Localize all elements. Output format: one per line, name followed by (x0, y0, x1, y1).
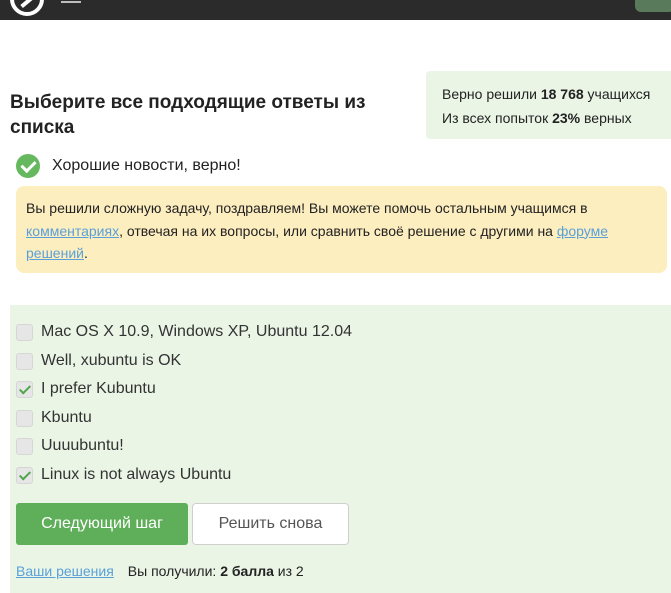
stats-solved-suffix: учащихся (587, 86, 651, 102)
score-suffix: из 2 (277, 563, 304, 579)
option-item[interactable]: Mac OS X 10.9, Windows XP, Ubuntu 12.04 (16, 321, 352, 343)
note-text-middle: , отвечая на их вопросы, или сравнить св… (119, 222, 553, 239)
option-item[interactable]: I prefer Kubuntu (16, 378, 156, 400)
note-text-after: . (83, 245, 88, 261)
option-label: Uuuubuntu! (41, 437, 124, 454)
checkbox[interactable] (16, 409, 33, 427)
verdict: Хорошие новости, верно! (16, 153, 241, 179)
stats-solved-line: Верно решили 18 768 учащихся (442, 82, 671, 106)
result-footer: Ваши решения Вы получили: 2 балла из 2 (16, 563, 304, 579)
stats-percent-suffix: верных (584, 110, 632, 126)
option-item[interactable]: Linux is not always Ubuntu (16, 464, 231, 486)
retry-button[interactable]: Решить снова (192, 503, 349, 545)
header-action-button[interactable] (635, 0, 671, 12)
top-navigation-bar (0, 0, 671, 20)
score-text: Вы получили: 2 балла из 2 (128, 563, 304, 579)
stats-solved-prefix: Верно решили (442, 86, 537, 102)
score-prefix: Вы получили: (127, 563, 217, 579)
checkbox-checked[interactable] (16, 466, 33, 484)
option-item[interactable]: Kbuntu (16, 407, 92, 429)
task-title: Выберите все подходящие ответы из списка (10, 92, 366, 138)
score-value: 2 балла (220, 563, 274, 579)
checkbox[interactable] (16, 323, 33, 341)
verdict-text: Хорошие новости, верно! (52, 157, 241, 174)
option-label: Mac OS X 10.9, Windows XP, Ubuntu 12.04 (41, 323, 352, 340)
option-label: Linux is not always Ubuntu (41, 466, 232, 483)
option-item[interactable]: Well, xubuntu is OK (16, 350, 181, 372)
stats-percent-prefix: Из всех попыток (442, 110, 549, 126)
checkbox[interactable] (16, 352, 33, 370)
check-circle-icon (16, 154, 40, 178)
stats-percent-value: 23% (552, 110, 581, 126)
stepik-logo-icon[interactable] (10, 0, 44, 16)
hamburger-menu-icon[interactable] (61, 1, 81, 3)
stats-solved-count: 18 768 (540, 86, 584, 102)
note-text-before: Вы решили сложную задачу, поздравляем! В… (26, 200, 588, 216)
checkbox[interactable] (16, 437, 33, 455)
next-step-button[interactable]: Следующий шаг (16, 503, 188, 545)
option-label: Well, xubuntu is OK (41, 352, 182, 369)
checkbox-checked[interactable] (16, 380, 33, 398)
stats-panel: Верно решили 18 768 учащихся Из всех поп… (426, 71, 671, 139)
option-label: Kbuntu (41, 409, 92, 426)
option-item[interactable]: Uuuubuntu! (16, 435, 124, 457)
your-solutions-link[interactable]: Ваши решения (16, 563, 114, 579)
option-label: I prefer Kubuntu (41, 380, 156, 397)
congrats-note: Вы решили сложную задачу, поздравляем! В… (16, 186, 667, 273)
answer-panel: Mac OS X 10.9, Windows XP, Ubuntu 12.04 … (10, 305, 671, 593)
comments-link[interactable]: комментариях (26, 223, 119, 239)
stats-percent-line: Из всех попыток 23% верных (442, 106, 671, 130)
